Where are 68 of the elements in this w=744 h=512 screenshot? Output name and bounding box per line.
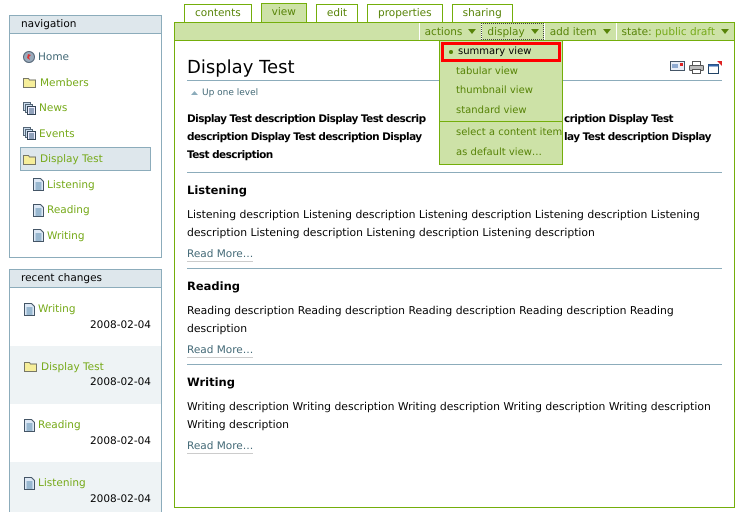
modified-date: 2008-02-04 [90,318,151,330]
caret-icon [468,29,476,34]
description-text: Test description [187,148,273,163]
nav-item[interactable]: Listening [20,172,151,196]
document-icon [33,204,44,216]
description-text: description Display Test description Display [187,130,422,145]
modified-date: 2008-02-04 [90,434,151,446]
menu-item[interactable]: as default view… [441,142,561,162]
description-text: cription Display Test [564,112,674,127]
state-menu[interactable]: state: public draft [616,23,734,40]
menu-item[interactable]: select a content item [441,123,561,142]
document-icon [24,476,35,490]
modified-date: 2008-02-04 [90,492,151,504]
nav-item[interactable]: News [20,96,151,120]
up-arrow-icon [191,91,198,95]
document-icon [24,302,35,316]
read-more-link[interactable]: Read More… [187,440,254,454]
envelope-icon[interactable] [670,61,685,71]
folder-icon [23,154,37,164]
globe-icon [23,51,35,63]
description-text: lay Test description Display [564,130,711,145]
portlet-title: recent changes [10,270,161,288]
nav-item[interactable]: Display Test [20,147,151,171]
item-description: Reading description Reading description Reading description Reading description Reading description [187,303,675,337]
menu-button[interactable]: add item [544,23,616,40]
tab[interactable]: view [260,3,307,22]
menu-item[interactable]: thumbnail view [441,81,561,100]
nav-item[interactable]: Home [20,45,151,69]
menu-item[interactable]: standard view [441,100,561,120]
menu-item[interactable]: tabular view [441,62,561,81]
tab[interactable]: sharing [452,4,513,22]
tab[interactable]: edit [316,4,358,22]
caret-icon [721,29,729,34]
item-title: Listening [187,183,248,197]
item-title: Writing [187,375,236,389]
bullet-icon [449,50,453,54]
recent-link[interactable]: Listening [24,476,151,490]
document-icon [33,178,44,191]
fullscreen-icon[interactable] [708,61,722,74]
folder-icon [24,361,38,372]
item-description: Writing description Writing description Writing description Writing description Writing description Writing description [187,399,712,433]
document-icon [24,418,35,432]
documents-icon [23,127,36,140]
up-one-level-link[interactable]: Up one level [191,88,258,98]
document-icon [33,229,44,242]
nav-item[interactable]: Events [20,122,151,146]
tab[interactable]: contents [184,4,252,22]
portlet-title: navigation [10,16,161,34]
recent-link[interactable]: Display Test [24,360,151,372]
print-icon[interactable] [689,61,704,74]
recent-link[interactable]: Writing [24,302,151,316]
item-title: Reading [187,279,242,293]
menu-item[interactable]: summary view [441,42,561,62]
recent-link[interactable]: Reading [24,418,151,432]
page-title: Display Test [187,57,295,78]
nav-item[interactable]: Reading [20,198,151,222]
read-more-link[interactable]: Read More… [187,344,254,358]
nav-item[interactable]: Writing [20,224,151,248]
folder-icon [23,77,37,88]
modified-date: 2008-02-04 [90,376,151,388]
nav-item[interactable]: Members [20,70,151,94]
caret-icon [602,29,611,34]
description-text: Display Test description Display Test descrip [187,112,426,127]
item-description: Listening description Listening description Listening description Listening description Listening description Listening description Listening description Listening description [187,207,701,241]
read-more-link[interactable]: Read More… [187,248,254,262]
tab[interactable]: properties [367,4,443,22]
caret-icon [530,29,539,34]
documents-icon [23,102,36,114]
